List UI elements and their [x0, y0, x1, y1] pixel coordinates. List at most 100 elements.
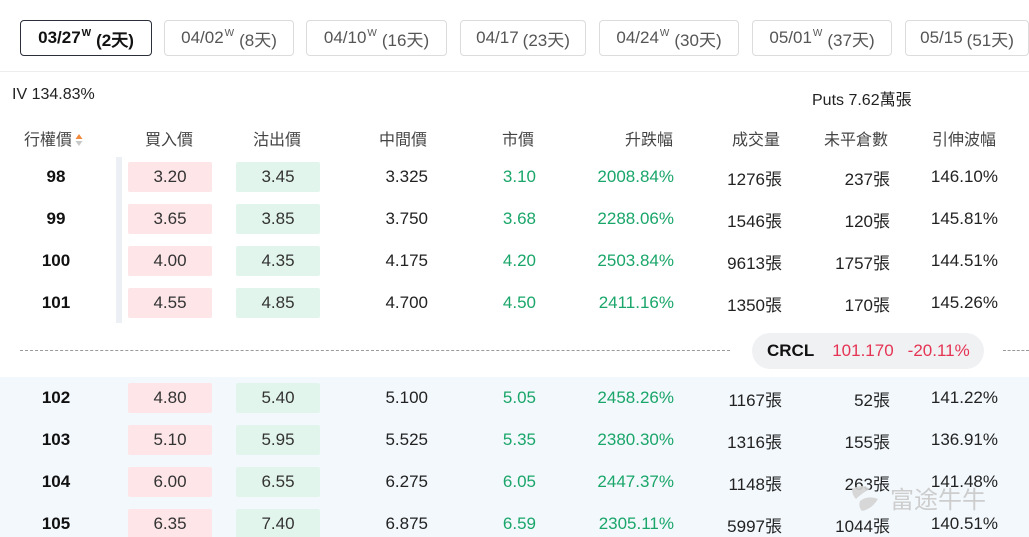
strike-cell: 100: [41, 251, 71, 270]
option-row[interactable]: 98 3.20 3.45 3.325 3.10 2008.84% 1276張 237張 146.…: [0, 156, 1029, 198]
underlying-symbol: CRCL: [767, 341, 815, 360]
header-change: 升跌幅: [625, 132, 674, 149]
mid-cell: 5.100: [385, 388, 428, 407]
puts-summary: Puts 7.62萬張: [812, 92, 912, 109]
volume-cell: 1350張: [727, 295, 782, 315]
tab-days: (16天): [381, 30, 430, 50]
ask-cell: 3.85: [236, 204, 320, 234]
header-strike-label: 行權價: [24, 132, 73, 149]
header-open-interest: 未平倉數: [824, 132, 889, 149]
tab-date: 05/01: [769, 28, 812, 47]
change-cell: 2503.84%: [597, 251, 674, 270]
change-cell: 2305.11%: [598, 514, 674, 533]
bid-cell: 3.20: [128, 162, 212, 192]
header-last: 市價: [502, 132, 535, 149]
open-interest-cell: 120張: [844, 211, 890, 231]
tab-days: (51天): [966, 30, 1014, 50]
tab-date: 05/15: [920, 28, 963, 47]
tab-weekly-marker: W: [367, 27, 377, 39]
change-cell: 2447.37%: [597, 472, 674, 491]
strike-cell: 98: [46, 167, 66, 186]
bid-cell: 3.65: [128, 204, 212, 234]
header-bid: 買入價: [145, 132, 194, 149]
volume-cell: 1276張: [727, 169, 782, 189]
bid-cell: 5.10: [128, 425, 212, 455]
option-row[interactable]: 103 5.10 5.95 5.525 5.35 2380.30% 1316張 155張 136…: [0, 419, 1029, 461]
bid-cell: 6.35: [128, 509, 212, 537]
tab-date: 04/10: [323, 28, 367, 47]
ask-cell: 5.40: [236, 383, 320, 413]
watermark: 富途牛牛: [848, 480, 986, 515]
tab-weekly-marker: W: [81, 27, 92, 39]
expiry-tabs: 03/27 W (2天) 04/02 W (8天) 04/10 W (16天) 04/17 (23天…: [0, 0, 1029, 72]
tab-days: (30天): [674, 30, 722, 50]
change-cell: 2380.30%: [597, 430, 674, 449]
price-divider-left: [20, 350, 730, 351]
tab-days: (37天): [827, 30, 875, 50]
volume-cell: 9613張: [727, 253, 782, 273]
bid-cell: 6.00: [128, 467, 212, 497]
volume-cell: 5997張: [727, 516, 782, 536]
mid-cell: 6.275: [385, 472, 428, 491]
tab-expiry-4[interactable]: 04/24 W (30天): [599, 20, 739, 56]
ask-cell: 3.45: [236, 162, 320, 192]
last-cell: 6.59: [502, 514, 536, 533]
tab-weekly-marker: W: [812, 27, 823, 39]
change-cell: 2288.06%: [597, 209, 674, 228]
open-interest-cell: 170張: [844, 295, 890, 315]
header-strike[interactable]: 行權價: [24, 126, 83, 150]
underlying-quote[interactable]: CRCL 101.170 -20.11%: [752, 333, 984, 369]
change-cell: 2458.26%: [597, 388, 674, 407]
bid-cell: 4.55: [128, 288, 212, 318]
ask-cell: 7.40: [236, 509, 320, 537]
strike-cell: 103: [41, 430, 71, 449]
option-row[interactable]: 101 4.55 4.85 4.700 4.50 2411.16% 1350張 170張 145…: [0, 282, 1029, 324]
ask-cell: 4.85: [236, 288, 320, 318]
strike-cell: 99: [46, 209, 66, 228]
tab-expiry-2[interactable]: 04/10 W (16天): [306, 20, 447, 56]
ask-cell: 4.35: [236, 246, 320, 276]
last-cell: 3.10: [502, 167, 536, 186]
option-row[interactable]: 102 4.80 5.40 5.100 5.05 2458.26% 1167張 52張 141.…: [0, 377, 1029, 419]
implied-vol-cell: 136.91%: [930, 430, 998, 449]
ask-cell: 6.55: [236, 467, 320, 497]
underlying-price: 101.170: [832, 341, 894, 360]
last-cell: 6.05: [502, 472, 536, 491]
last-cell: 4.50: [502, 293, 536, 312]
tab-expiry-6[interactable]: 05/15 (51天): [905, 20, 1029, 56]
header-implied-vol: 引伸波幅: [932, 132, 997, 149]
underlying-change: -20.11%: [907, 341, 970, 360]
last-cell: 4.20: [502, 251, 536, 270]
change-cell: 2008.84%: [597, 167, 674, 186]
strike-cell: 102: [41, 388, 71, 407]
futu-logo-icon: [852, 485, 878, 511]
tab-expiry-0[interactable]: 03/27 W (2天): [20, 20, 152, 56]
volume-cell: 1167張: [728, 390, 782, 410]
tab-date: 04/24: [616, 28, 659, 47]
strike-cell: 101: [41, 293, 71, 312]
mid-cell: 6.875: [385, 514, 428, 533]
sort-icon[interactable]: [75, 133, 83, 147]
tab-days: (2天): [96, 30, 134, 50]
tab-expiry-3[interactable]: 04/17 (23天): [460, 20, 586, 56]
implied-vol-cell: 145.26%: [930, 293, 998, 312]
tab-days: (8天): [239, 30, 277, 50]
tab-date: 03/27: [38, 28, 81, 47]
open-interest-cell: 52張: [854, 390, 890, 410]
bid-cell: 4.00: [128, 246, 212, 276]
mid-cell: 4.175: [385, 251, 428, 270]
tab-expiry-5[interactable]: 05/01 W (37天): [752, 20, 892, 56]
header-volume: 成交量: [732, 132, 781, 149]
iv-summary: IV 134.83%: [12, 86, 95, 103]
mid-cell: 5.525: [385, 430, 428, 449]
option-row[interactable]: 100 4.00 4.35 4.175 4.20 2503.84% 9613張 1757張 14…: [0, 240, 1029, 282]
tab-weekly-marker: W: [659, 27, 670, 39]
tab-expiry-1[interactable]: 04/02 W (8天): [164, 20, 294, 56]
price-divider-right: [1003, 350, 1029, 351]
tab-date: 04/02: [181, 28, 224, 47]
option-row[interactable]: 99 3.65 3.85 3.750 3.68 2288.06% 1546張 120張 145.…: [0, 198, 1029, 240]
ask-cell: 5.95: [236, 425, 320, 455]
mid-cell: 3.325: [385, 167, 428, 186]
change-cell: 2411.16%: [598, 293, 674, 312]
header-mid: 中間價: [379, 132, 428, 149]
